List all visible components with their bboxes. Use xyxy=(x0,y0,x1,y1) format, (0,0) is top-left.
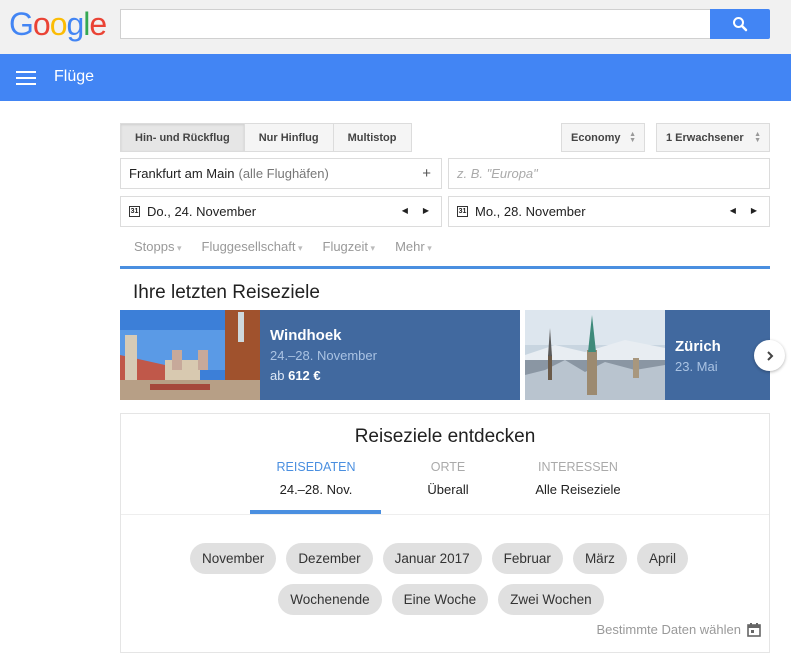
duration-chip[interactable]: Zwei Wochen xyxy=(498,584,604,615)
top-bar: Google xyxy=(0,0,791,54)
calendar-icon xyxy=(747,622,761,637)
divider xyxy=(121,514,769,515)
explore-panel: Reiseziele entdecken REISEDATEN 24.–28. … xyxy=(120,413,770,653)
month-chips: November Dezember Januar 2017 Februar Mä… xyxy=(115,543,763,574)
chevron-right-icon xyxy=(766,350,773,361)
duration-chip[interactable]: Eine Woche xyxy=(391,584,489,615)
calendar-icon: 31 xyxy=(129,206,140,217)
explore-title: Reiseziele entdecken xyxy=(354,426,536,447)
logo-letter: o xyxy=(32,6,51,42)
calendar-icon: 31 xyxy=(457,206,468,217)
search-input[interactable] xyxy=(120,9,711,39)
month-chip[interactable]: November xyxy=(190,543,277,574)
next-date-icon[interactable]: ▶ xyxy=(751,206,757,215)
divider xyxy=(120,266,770,269)
recent-destination-card[interactable]: Windhoek 24.–28. November ab 612 € xyxy=(120,310,520,400)
month-chip[interactable]: Januar 2017 xyxy=(382,543,482,574)
origin-value: Frankfurt am Main xyxy=(129,166,235,181)
month-chip[interactable]: Dezember xyxy=(286,543,373,574)
duration-chip[interactable]: Wochenende xyxy=(278,584,382,615)
windhoek-photo xyxy=(120,310,260,400)
price-prefix: ab xyxy=(270,368,285,383)
duration-chips: Wochenende Eine Woche Zwei Wochen xyxy=(117,584,765,615)
tab-value: 24.–28. Nov. xyxy=(279,482,353,497)
recent-destination-card[interactable]: Zürich 23. Mai xyxy=(525,310,770,400)
logo-letter: G xyxy=(9,6,34,42)
filter-more[interactable]: Mehr xyxy=(395,239,432,254)
specific-dates-label: Bestimmte Daten wählen xyxy=(596,622,741,637)
logo-letter: o xyxy=(49,6,68,42)
search-button[interactable] xyxy=(710,9,770,39)
trip-type-multi-city[interactable]: Multistop xyxy=(333,124,411,151)
tab-travel-dates[interactable]: REISEDATEN 24.–28. Nov. xyxy=(251,460,381,497)
tab-value: Alle Reiseziele xyxy=(535,482,621,497)
logo-letter: e xyxy=(89,6,107,42)
destination-dates: 23. Mai xyxy=(675,359,718,374)
depart-date-field[interactable]: 31 Do., 24. November ◀ ▶ xyxy=(120,196,442,227)
destination-field[interactable]: z. B. "Europa" xyxy=(448,158,770,189)
origin-suffix: (alle Flughäfen) xyxy=(238,166,329,181)
return-date-field[interactable]: 31 Mo., 28. November ◀ ▶ xyxy=(448,196,770,227)
filter-stops[interactable]: Stopps xyxy=(134,239,182,254)
prev-date-icon[interactable]: ◀ xyxy=(402,206,408,215)
tab-label: REISEDATEN xyxy=(276,460,356,474)
page-title: Flüge xyxy=(54,68,95,85)
destination-dates: 24.–28. November xyxy=(270,348,377,363)
month-chip[interactable]: März xyxy=(572,543,627,574)
destination-price: ab 612 € xyxy=(270,368,377,383)
filter-airline[interactable]: Fluggesellschaft xyxy=(202,239,303,254)
month-chip[interactable]: April xyxy=(636,543,688,574)
filter-flight-time[interactable]: Flugzeit xyxy=(323,239,376,254)
trip-type-toggle: Hin- und Rückflug Nur Hinflug Multistop xyxy=(120,123,412,152)
price-value: 612 € xyxy=(288,368,321,383)
filter-bar: Stopps Fluggesellschaft Flugzeit Mehr xyxy=(134,239,432,254)
return-date-value: Mo., 28. November xyxy=(475,204,586,219)
updown-arrows-icon: ▲ ▼ xyxy=(754,131,761,144)
passengers-select[interactable]: 1 Erwachsener ▲ ▼ xyxy=(656,123,770,152)
cabin-class-value: Economy xyxy=(571,131,621,144)
search-icon xyxy=(733,17,748,32)
tab-places[interactable]: ORTE Überall xyxy=(383,460,513,497)
cabin-class-select[interactable]: Economy ▲ ▼ xyxy=(561,123,645,152)
recent-destinations-title: Ihre letzten Reiseziele xyxy=(133,282,320,303)
add-origin-icon[interactable]: + xyxy=(422,165,431,182)
origin-field[interactable]: Frankfurt am Main (alle Flughäfen) + xyxy=(120,158,442,189)
destination-city: Windhoek xyxy=(270,327,342,344)
month-chip[interactable]: Februar xyxy=(491,543,563,574)
trip-type-one-way[interactable]: Nur Hinflug xyxy=(244,124,334,151)
tab-label: ORTE xyxy=(430,460,466,474)
tab-label: INTERESSEN xyxy=(538,460,618,474)
tab-interests[interactable]: INTERESSEN Alle Reiseziele xyxy=(513,460,643,497)
passengers-value: 1 Erwachsener xyxy=(666,131,744,144)
depart-date-value: Do., 24. November xyxy=(147,204,257,219)
next-date-icon[interactable]: ▶ xyxy=(423,206,429,215)
logo-letter: g xyxy=(66,6,84,42)
zurich-photo xyxy=(525,310,665,400)
destination-placeholder: z. B. "Europa" xyxy=(457,166,538,181)
trip-type-round-trip[interactable]: Hin- und Rückflug xyxy=(121,124,245,151)
app-bar: Flüge xyxy=(0,54,791,101)
destination-city: Zürich xyxy=(675,338,721,355)
choose-specific-dates-link[interactable]: Bestimmte Daten wählen xyxy=(596,622,761,637)
prev-date-icon[interactable]: ◀ xyxy=(730,206,736,215)
tab-value: Überall xyxy=(427,482,469,497)
google-logo[interactable]: Google xyxy=(9,6,107,43)
updown-arrows-icon: ▲ ▼ xyxy=(629,131,636,144)
hamburger-menu-icon[interactable] xyxy=(16,71,36,85)
carousel-next-button[interactable] xyxy=(754,340,785,371)
